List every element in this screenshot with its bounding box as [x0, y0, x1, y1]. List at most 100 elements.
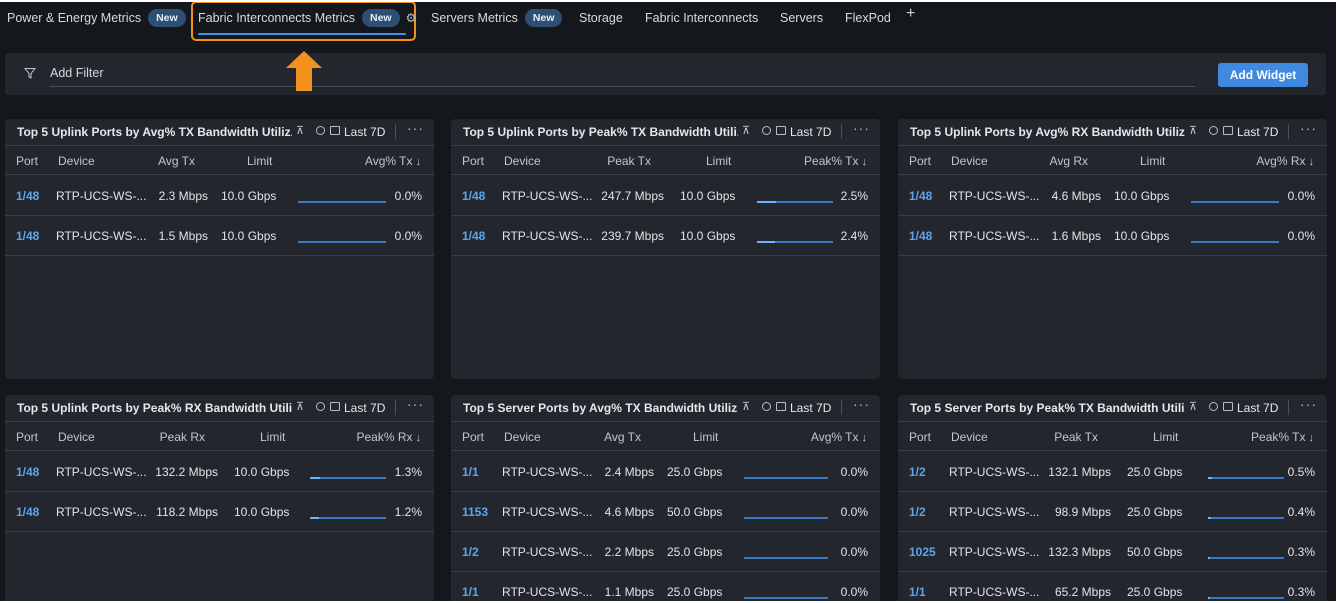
device-name[interactable]: RTP-UCS-WS-...: [949, 545, 1039, 559]
calendar-icon[interactable]: [1223, 126, 1233, 135]
sort-descending-icon[interactable]: ↓: [1309, 156, 1315, 168]
column-header-value[interactable]: Peak Tx: [607, 154, 651, 168]
calendar-icon[interactable]: [330, 402, 340, 411]
column-header-value[interactable]: Peak Tx: [1054, 430, 1098, 444]
table-row[interactable]: 1/48 RTP-UCS-WS-... 1.6 Mbps 10.0 Gbps 0.0%: [898, 216, 1327, 256]
table-row[interactable]: 1/48 RTP-UCS-WS-... 118.2 Mbps 10.0 Gbps 1.2…: [5, 492, 434, 532]
column-header-device[interactable]: Device: [951, 430, 988, 444]
more-options-icon[interactable]: ···: [407, 120, 424, 136]
device-name[interactable]: RTP-UCS-WS-...: [949, 585, 1039, 599]
port-link[interactable]: 1/48: [909, 229, 932, 243]
info-icon[interactable]: [316, 126, 325, 135]
column-header-percent[interactable]: Avg% Rx ↓: [1256, 154, 1314, 168]
filter-input[interactable]: [50, 66, 1195, 87]
tab-storage[interactable]: Storage: [579, 8, 623, 28]
column-header-limit[interactable]: Limit: [706, 154, 731, 168]
info-icon[interactable]: [1209, 402, 1218, 411]
info-icon[interactable]: [1209, 126, 1218, 135]
port-link[interactable]: 1/48: [462, 229, 485, 243]
column-header-percent[interactable]: Peak% Tx ↓: [804, 154, 867, 168]
time-range-label[interactable]: Last 7D: [344, 125, 385, 139]
table-row[interactable]: 1025 RTP-UCS-WS-... 132.3 Mbps 50.0 Gbps 0.3…: [898, 532, 1327, 572]
device-name[interactable]: RTP-UCS-WS-...: [502, 189, 592, 203]
more-options-icon[interactable]: ···: [1300, 396, 1317, 412]
column-header-limit[interactable]: Limit: [1140, 154, 1165, 168]
pin-icon[interactable]: ⊼: [742, 124, 750, 137]
port-link[interactable]: 1/48: [462, 189, 485, 203]
sort-descending-icon[interactable]: ↓: [416, 156, 422, 168]
tab-servers[interactable]: Servers: [780, 8, 823, 28]
tab-servers-metrics[interactable]: Servers Metrics New: [431, 8, 563, 28]
column-header-percent[interactable]: Avg% Tx ↓: [811, 430, 867, 444]
table-row[interactable]: 1153 RTP-UCS-WS-... 4.6 Mbps 50.0 Gbps 0.0%: [451, 492, 880, 532]
device-name[interactable]: RTP-UCS-WS-...: [502, 465, 592, 479]
table-row[interactable]: 1/2 RTP-UCS-WS-... 132.1 Mbps 25.0 Gbps 0.5%: [898, 452, 1327, 492]
column-header-port[interactable]: Port: [462, 430, 484, 444]
column-header-limit[interactable]: Limit: [693, 430, 718, 444]
column-header-port[interactable]: Port: [16, 430, 38, 444]
port-link[interactable]: 1/1: [462, 585, 479, 599]
device-name[interactable]: RTP-UCS-WS-...: [949, 229, 1039, 243]
column-header-device[interactable]: Device: [504, 430, 541, 444]
port-link[interactable]: 1/2: [462, 545, 479, 559]
pin-icon[interactable]: ⊼: [1189, 124, 1197, 137]
column-header-percent[interactable]: Peak% Tx ↓: [1251, 430, 1314, 444]
column-header-limit[interactable]: Limit: [1153, 430, 1178, 444]
port-link[interactable]: 1/48: [16, 229, 39, 243]
column-header-percent[interactable]: Peak% Rx ↓: [356, 430, 421, 444]
calendar-icon[interactable]: [330, 126, 340, 135]
tab-fabric-interconnects-metrics[interactable]: Fabric Interconnects Metrics New ⚙: [198, 8, 416, 28]
time-range-label[interactable]: Last 7D: [344, 401, 385, 415]
table-row[interactable]: 1/48 RTP-UCS-WS-... 2.3 Mbps 10.0 Gbps 0.0%: [5, 176, 434, 216]
column-header-value[interactable]: Avg Rx: [1050, 154, 1088, 168]
port-link[interactable]: 1/1: [909, 585, 926, 599]
gear-icon[interactable]: ⚙: [406, 11, 417, 25]
port-link[interactable]: 1/48: [16, 465, 39, 479]
column-header-value[interactable]: Peak Rx: [160, 430, 205, 444]
column-header-value[interactable]: Avg Tx: [604, 430, 641, 444]
port-link[interactable]: 1/2: [909, 505, 926, 519]
add-tab-icon[interactable]: +: [906, 5, 915, 23]
more-options-icon[interactable]: ···: [853, 396, 870, 412]
port-link[interactable]: 1/48: [909, 189, 932, 203]
column-header-port[interactable]: Port: [462, 154, 484, 168]
more-options-icon[interactable]: ···: [853, 120, 870, 136]
time-range-label[interactable]: Last 7D: [1237, 125, 1278, 139]
filter-icon[interactable]: [24, 67, 36, 79]
device-name[interactable]: RTP-UCS-WS-...: [949, 465, 1039, 479]
table-row[interactable]: 1/2 RTP-UCS-WS-... 98.9 Mbps 25.0 Gbps 0.4%: [898, 492, 1327, 532]
sort-descending-icon[interactable]: ↓: [862, 432, 868, 444]
table-row[interactable]: 1/48 RTP-UCS-WS-... 1.5 Mbps 10.0 Gbps 0.0%: [5, 216, 434, 256]
column-header-limit[interactable]: Limit: [260, 430, 285, 444]
calendar-icon[interactable]: [1223, 402, 1233, 411]
column-header-port[interactable]: Port: [909, 430, 931, 444]
column-header-device[interactable]: Device: [504, 154, 541, 168]
table-row[interactable]: 1/48 RTP-UCS-WS-... 239.7 Mbps 10.0 Gbps 2.4…: [451, 216, 880, 256]
more-options-icon[interactable]: ···: [1300, 120, 1317, 136]
column-header-device[interactable]: Device: [58, 154, 95, 168]
column-header-percent[interactable]: Avg% Tx ↓: [365, 154, 421, 168]
device-name[interactable]: RTP-UCS-WS-...: [949, 505, 1039, 519]
calendar-icon[interactable]: [776, 126, 786, 135]
table-row[interactable]: 1/1 RTP-UCS-WS-... 1.1 Mbps 25.0 Gbps 0.0%: [451, 572, 880, 601]
more-options-icon[interactable]: ···: [407, 396, 424, 412]
device-name[interactable]: RTP-UCS-WS-...: [56, 505, 146, 519]
table-row[interactable]: 1/48 RTP-UCS-WS-... 4.6 Mbps 10.0 Gbps 0.0%: [898, 176, 1327, 216]
pin-icon[interactable]: ⊼: [1189, 400, 1197, 413]
device-name[interactable]: RTP-UCS-WS-...: [56, 465, 146, 479]
time-range-label[interactable]: Last 7D: [790, 125, 831, 139]
table-row[interactable]: 1/48 RTP-UCS-WS-... 247.7 Mbps 10.0 Gbps 2.5…: [451, 176, 880, 216]
port-link[interactable]: 1/1: [462, 465, 479, 479]
port-link[interactable]: 1153: [462, 505, 488, 519]
sort-descending-icon[interactable]: ↓: [1309, 432, 1315, 444]
sort-descending-icon[interactable]: ↓: [416, 432, 422, 444]
column-header-value[interactable]: Avg Tx: [158, 154, 195, 168]
device-name[interactable]: RTP-UCS-WS-...: [502, 229, 592, 243]
device-name[interactable]: RTP-UCS-WS-...: [949, 189, 1039, 203]
tab-power-energy-metrics[interactable]: Power & Energy Metrics New: [7, 8, 186, 28]
pin-icon[interactable]: ⊼: [296, 400, 304, 413]
port-link[interactable]: 1/2: [909, 465, 926, 479]
port-link[interactable]: 1025: [909, 545, 936, 559]
sort-descending-icon[interactable]: ↓: [862, 156, 868, 168]
info-icon[interactable]: [762, 126, 771, 135]
